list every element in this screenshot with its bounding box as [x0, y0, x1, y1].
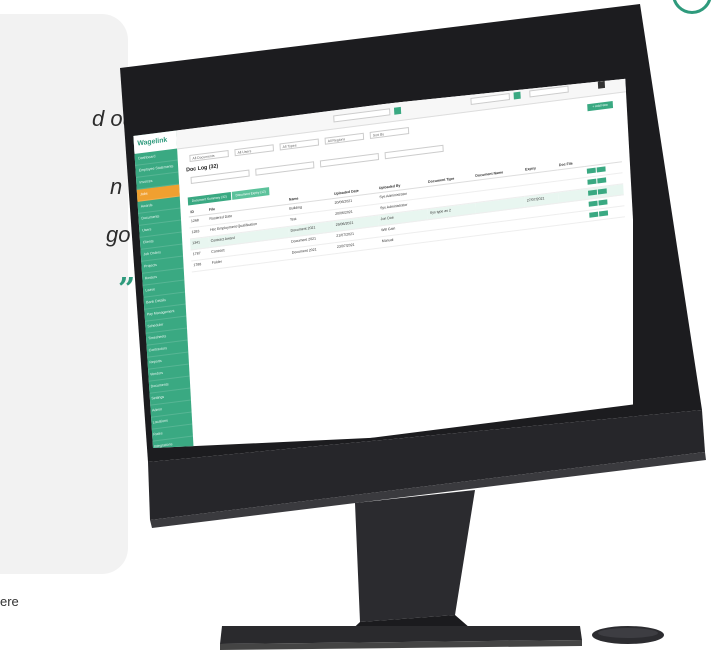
- filter-type[interactable]: All Types: [279, 138, 320, 151]
- view-button[interactable]: [597, 177, 607, 184]
- filter-document[interactable]: All Documents: [189, 150, 229, 162]
- search-button[interactable]: [393, 106, 402, 115]
- user-avatar[interactable]: [597, 80, 606, 89]
- download-button[interactable]: [587, 178, 597, 185]
- filter-user[interactable]: All Users: [234, 144, 274, 157]
- download-button[interactable]: [587, 167, 597, 174]
- filter-region[interactable]: All Regions: [324, 132, 365, 145]
- download-button[interactable]: [589, 211, 599, 218]
- app-window: Wagelink Dashboard Employee Statements Inv…: [133, 78, 633, 448]
- table-cell: [559, 210, 588, 225]
- go-button[interactable]: [513, 91, 521, 100]
- imac-monitor: Wagelink Dashboard Employee Statements Inv…: [0, 0, 715, 664]
- view-button[interactable]: [596, 166, 606, 173]
- add-new-button[interactable]: + Add New: [587, 101, 614, 112]
- table-cell: 1788: [191, 258, 211, 272]
- view-button[interactable]: [599, 210, 609, 217]
- download-button[interactable]: [588, 189, 598, 196]
- screen-viewport: Wagelink Dashboard Employee Statements Inv…: [133, 78, 633, 448]
- view-button[interactable]: [598, 199, 608, 206]
- download-button[interactable]: [588, 200, 598, 207]
- filter-sort[interactable]: Sort By: [369, 127, 410, 139]
- main-content: All Documents All Users All Types All Re…: [177, 91, 633, 448]
- period-select[interactable]: [470, 93, 510, 105]
- view-button[interactable]: [598, 188, 608, 195]
- global-search-input[interactable]: [333, 108, 391, 123]
